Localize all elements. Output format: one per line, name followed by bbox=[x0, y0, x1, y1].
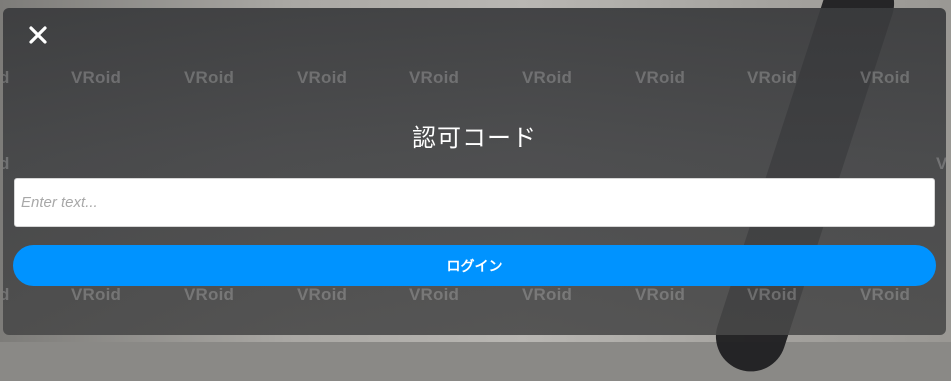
watermark: VRoid bbox=[747, 285, 798, 304]
watermark: VRoid bbox=[747, 68, 798, 87]
watermark: VRoid bbox=[409, 68, 460, 87]
watermark: VRoid bbox=[297, 285, 348, 304]
close-icon bbox=[29, 26, 47, 44]
auth-code-dialog: d VRoid VRoid VRoid VRoid VRoid VRoid VR… bbox=[3, 8, 946, 335]
watermark: VRoid bbox=[860, 68, 911, 87]
watermark: VRoid bbox=[71, 285, 122, 304]
watermark: VRoid bbox=[409, 285, 460, 304]
close-button[interactable] bbox=[25, 22, 51, 48]
watermark: VRoid bbox=[184, 285, 235, 304]
watermark-row-top: d VRoid VRoid VRoid VRoid VRoid VRoid VR… bbox=[3, 68, 946, 88]
watermark-row-bottom: d VRoid VRoid VRoid VRoid VRoid VRoid VR… bbox=[3, 285, 946, 305]
watermark: VRoid bbox=[635, 68, 686, 87]
watermark: VRoid bbox=[297, 68, 348, 87]
login-button[interactable]: ログイン bbox=[13, 245, 936, 286]
watermark: VRoid bbox=[522, 285, 573, 304]
watermark: VRoid bbox=[184, 68, 235, 87]
watermark: VRoid bbox=[635, 285, 686, 304]
watermark-row-middle: d VRoid bbox=[3, 154, 946, 174]
watermark-partial: d bbox=[3, 154, 10, 173]
watermark: VRoid bbox=[71, 68, 122, 87]
watermark-partial: VRoid bbox=[936, 154, 946, 173]
watermark: VRoid bbox=[522, 68, 573, 87]
watermark: VRoid bbox=[860, 285, 911, 304]
dialog-title: 認可コード bbox=[412, 124, 537, 152]
watermark-partial: d bbox=[3, 68, 10, 87]
auth-code-input[interactable] bbox=[14, 178, 935, 227]
watermark-partial: d bbox=[3, 285, 10, 304]
